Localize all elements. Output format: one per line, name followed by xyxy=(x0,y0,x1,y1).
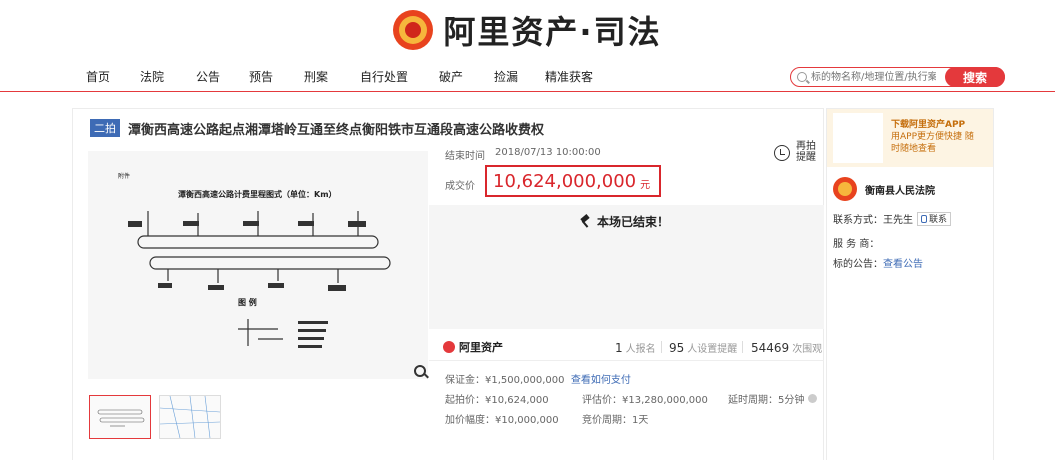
app-download-banner[interactable]: 下载阿里资产APP 用APP更方便快捷 随时随地查看 xyxy=(827,109,993,167)
delay-period: 延时周期：5分钟 xyxy=(728,391,818,406)
doc-legend-title: 图 例 xyxy=(238,298,257,307)
court-emblem-icon xyxy=(393,10,434,50)
notice-label: 标的公告： xyxy=(833,259,883,270)
notice-row: 标的公告： 查看公告 xyxy=(833,255,923,270)
deal-price-label: 成交价 xyxy=(445,181,475,192)
increment: 加价幅度：¥10,000,000 xyxy=(445,415,559,426)
stat-divider xyxy=(661,341,662,353)
deposit: 保证金：¥1,500,000,000 查看如何支付 xyxy=(445,375,631,386)
auction-card: 二拍 潭衡西高速公路起点湘潭塔岭互通至终点衡阳铁市互通段高速公路收费权 附件 潭… xyxy=(72,108,824,460)
header-divider xyxy=(0,91,1055,92)
nav-item-announcement[interactable]: 公告 xyxy=(196,68,220,85)
app-title: 下载阿里资产APP xyxy=(891,120,966,130)
help-icon[interactable] xyxy=(808,394,818,403)
notice-link[interactable]: 查看公告 xyxy=(883,255,923,270)
deal-price: 10,624,000,000 xyxy=(493,170,637,192)
deal-price-unit: 元 xyxy=(640,179,651,191)
platform-name: 阿里资产 xyxy=(459,341,503,354)
service-label: 服 务 商： xyxy=(833,239,880,250)
ali-logo-icon xyxy=(443,341,455,353)
end-time-value: 2018/07/13 10:00:00 xyxy=(495,147,601,158)
thumbnail-2[interactable] xyxy=(159,395,221,439)
assessed-price: 评估价：¥13,280,000,000 xyxy=(582,395,708,406)
bid-period: 竞价周期：1天 xyxy=(582,415,649,426)
auction-title: 潭衡西高速公路起点湘潭塔岭互通至终点衡阳铁市互通段高速公路收费权 xyxy=(128,122,545,138)
service-row: 服 务 商： xyxy=(833,235,879,250)
nav-item-criminal[interactable]: 刑案 xyxy=(304,68,328,85)
contact-row: 联系方式： 王先生 联系 xyxy=(833,211,952,226)
gavel-icon xyxy=(579,216,591,228)
zoom-icon[interactable] xyxy=(414,365,426,377)
court-name: 衡南县人民法院 xyxy=(865,185,935,197)
signup-count: 1 人报名 xyxy=(615,341,656,355)
nav-item-bargain[interactable]: 捡漏 xyxy=(494,68,518,85)
ended-text: 本场已结束！ xyxy=(597,215,670,229)
phone-icon xyxy=(921,214,927,223)
reminder-count: 95 人设置提醒 xyxy=(669,341,738,355)
end-time-label: 结束时间 xyxy=(445,151,485,162)
logo-text: 阿里资产·司法 xyxy=(443,13,662,51)
search-bar: 搜索 xyxy=(790,67,1005,87)
qr-code xyxy=(833,113,883,163)
platform-logo: 阿里资产 xyxy=(443,339,503,355)
clock-icon xyxy=(774,145,790,161)
deal-price-box: 10,624,000,000 元 xyxy=(485,165,661,197)
contact-label: 联系方式： xyxy=(833,215,883,226)
search-button[interactable]: 搜索 xyxy=(945,67,1005,87)
route-diagram xyxy=(128,211,391,348)
deposit-help-link[interactable]: 查看如何支付 xyxy=(571,375,631,386)
nav-item-self-disposal[interactable]: 自行处置 xyxy=(360,68,408,85)
thumbnail-route-diagram xyxy=(97,409,145,427)
nav-item-bankruptcy[interactable]: 破产 xyxy=(439,68,463,85)
ended-panel: 本场已结束！ xyxy=(429,205,824,329)
court-info[interactable]: 衡南县人民法院 xyxy=(833,177,935,201)
thumbnail-1[interactable] xyxy=(89,395,151,439)
search-input[interactable] xyxy=(811,70,936,84)
remind-button[interactable]: 再拍提醒 xyxy=(774,141,818,169)
site-logo[interactable]: 阿里资产·司法 xyxy=(0,8,1055,52)
ended-status: 本场已结束！ xyxy=(579,213,669,230)
court-emblem-icon xyxy=(833,177,857,201)
stats-row: 阿里资产 1 人报名 95 人设置提醒 54469 次围观 xyxy=(429,331,824,361)
view-count: 54469 次围观 xyxy=(751,341,823,355)
stat-divider xyxy=(742,341,743,353)
start-price: 起拍价：¥10,624,000 xyxy=(445,395,549,406)
round-badge: 二拍 xyxy=(90,119,120,137)
nav-item-home[interactable]: 首页 xyxy=(86,68,110,85)
side-panel: 下载阿里资产APP 用APP更方便快捷 随时随地查看 衡南县人民法院 联系方式：… xyxy=(826,108,994,460)
main-image[interactable]: 附件 潭衡西高速公路计费里程图式（单位：Km） 图 例 xyxy=(88,151,428,379)
nav-item-court[interactable]: 法院 xyxy=(140,68,164,85)
nav-item-preview[interactable]: 预告 xyxy=(249,68,273,85)
auction-title-row: 二拍 潭衡西高速公路起点湘潭塔岭互通至终点衡阳铁市互通段高速公路收费权 xyxy=(90,119,545,138)
contact-name: 王先生 xyxy=(883,215,913,226)
remind-label: 再拍提醒 xyxy=(796,141,816,163)
thumbnail-map xyxy=(159,395,221,439)
nav-item-customer[interactable]: 精准获客 xyxy=(545,68,593,85)
search-icon xyxy=(797,72,807,82)
contact-button[interactable]: 联系 xyxy=(917,211,952,226)
app-description: 用APP更方便快捷 随时随地查看 xyxy=(891,132,974,154)
